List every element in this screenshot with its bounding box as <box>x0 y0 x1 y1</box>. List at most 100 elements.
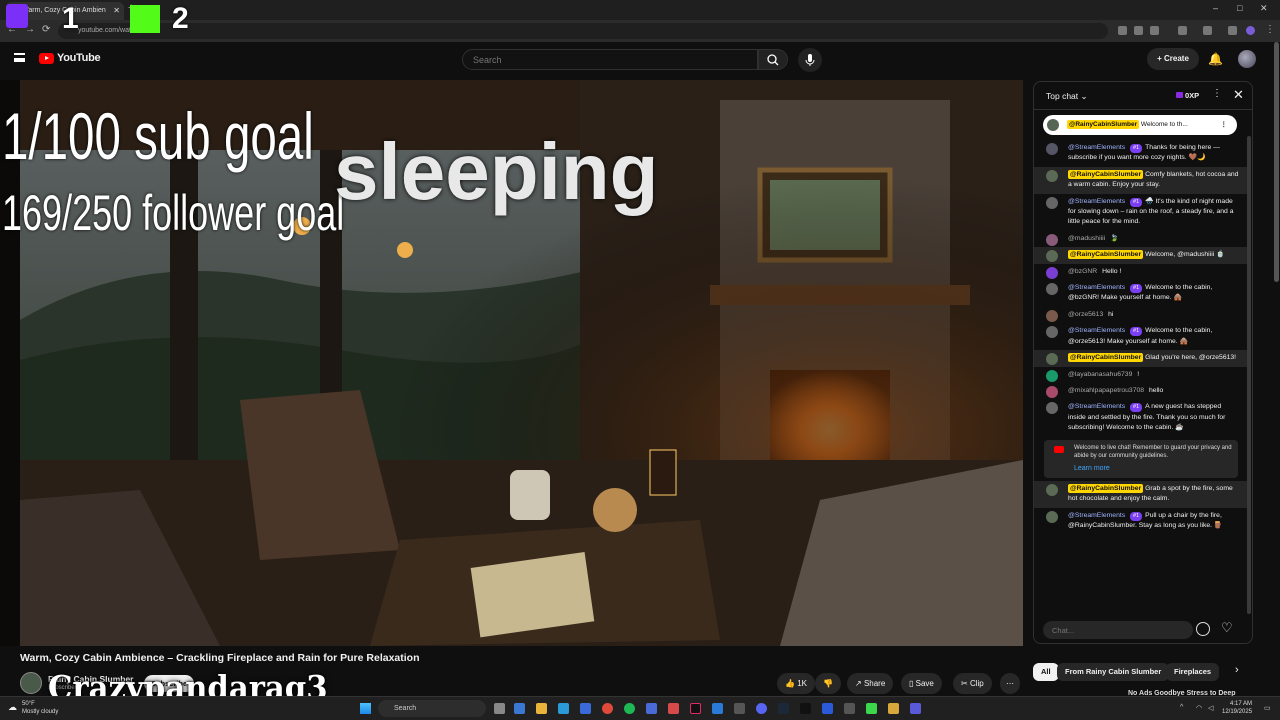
file-explorer-icon[interactable] <box>536 703 547 714</box>
close-app-icon[interactable] <box>734 703 745 714</box>
maximize-button[interactable]: □ <box>1237 3 1242 13</box>
chat-message[interactable]: @StreamElements #1 Welcome to the cabin, … <box>1034 280 1248 307</box>
profile-icon[interactable] <box>1246 26 1255 35</box>
chat-author[interactable]: @orze5613 <box>1068 311 1103 318</box>
minimize-button[interactable]: – <box>1213 3 1218 13</box>
chat-author[interactable]: @StreamElements <box>1068 327 1125 334</box>
chat-author[interactable]: @StreamElements <box>1068 144 1125 151</box>
search-input[interactable] <box>462 49 758 70</box>
browser-menu-icon[interactable]: ⋮ <box>1265 24 1275 35</box>
chevron-right-icon[interactable]: › <box>1235 664 1239 676</box>
chat-author[interactable]: @StreamElements <box>1068 198 1125 205</box>
edge-icon[interactable] <box>558 703 569 714</box>
chat-author[interactable]: @RainyCabinSlumber <box>1068 484 1144 494</box>
video-player[interactable]: 1/100 sub goal 169/250 follower goal sle… <box>0 80 1023 646</box>
tiktok-icon[interactable] <box>690 703 701 714</box>
pinned-message[interactable]: @RainyCabinSlumber Welcome to th... ⋮ <box>1043 115 1237 135</box>
media-icon[interactable] <box>668 703 679 714</box>
tray-chevron-icon[interactable]: ^ <box>1180 704 1183 711</box>
youtube-logo-text[interactable]: YouTube <box>57 52 101 64</box>
more-actions-button[interactable]: ⋯ <box>1000 673 1020 694</box>
chat-message[interactable]: @StreamElements #1 Welcome to the cabin, … <box>1034 323 1248 350</box>
taskbar-clock[interactable]: 4:17 AM 12/19/2025 <box>1222 700 1252 716</box>
vscode-icon[interactable] <box>712 703 723 714</box>
pinned-menu-icon[interactable]: ⋮ <box>1221 115 1228 135</box>
taskbar-search[interactable]: Search <box>378 700 486 717</box>
copilot-icon[interactable] <box>514 703 525 714</box>
clip-button[interactable]: ✂ Clip <box>953 673 992 694</box>
chat-author[interactable]: @bzGNR <box>1068 268 1097 275</box>
chat-menu-icon[interactable]: ⋮ <box>1212 88 1222 99</box>
chat-message[interactable]: @StreamElements #1 🌧️ It's the kind of ni… <box>1034 194 1248 231</box>
windows-start-icon[interactable] <box>360 703 371 714</box>
chat-message[interactable]: @madushiiii 🍃 <box>1034 231 1248 247</box>
xp-badge[interactable]: 0XP <box>1176 91 1199 100</box>
chat-author[interactable]: @RainyCabinSlumber <box>1068 169 1144 179</box>
volume-icon[interactable]: ◁ <box>1208 704 1213 712</box>
chat-message[interactable]: @RainyCabinSlumber Glad you're here, @or… <box>1034 350 1248 367</box>
save-button[interactable]: ▯ Save <box>901 673 942 694</box>
chat-message[interactable]: @RainyCabinSlumber Comfy blankets, hot c… <box>1034 166 1248 194</box>
search-button[interactable] <box>758 49 788 70</box>
emoji-icon[interactable] <box>1196 622 1210 636</box>
channel-avatar[interactable] <box>20 672 42 694</box>
teams-icon[interactable] <box>910 703 921 714</box>
chat-input[interactable] <box>1043 621 1193 639</box>
youtube-logo-icon[interactable] <box>39 53 54 64</box>
extensions-puzzle-icon[interactable] <box>1178 26 1187 35</box>
chip-all[interactable]: All <box>1033 663 1059 681</box>
task-view-icon[interactable] <box>494 703 505 714</box>
menu-icon[interactable] <box>14 53 25 62</box>
close-chat-icon[interactable]: ✕ <box>1233 87 1244 103</box>
reload-icon[interactable]: ⟳ <box>42 24 50 35</box>
app-icon-4[interactable] <box>866 703 877 714</box>
download-icon[interactable] <box>1228 26 1237 35</box>
chat-author[interactable]: @RainyCabinSlumber <box>1068 353 1144 363</box>
chat-scrollbar[interactable] <box>1247 136 1251 614</box>
chip-fireplaces[interactable]: Fireplaces <box>1166 663 1220 681</box>
bookmark-star-icon[interactable] <box>1150 26 1159 35</box>
chat-author[interactable]: @StreamElements <box>1068 403 1125 410</box>
chip-from-channel[interactable]: From Rainy Cabin Slumber <box>1057 663 1170 681</box>
close-tab-icon[interactable]: ✕ <box>113 2 120 20</box>
chat-author[interactable]: @StreamElements <box>1068 284 1125 291</box>
chat-message[interactable]: @bzGNR Hello ! <box>1034 264 1248 280</box>
app-icon[interactable] <box>646 703 657 714</box>
like-button[interactable]: 👍 1K <box>777 673 815 694</box>
share-button[interactable]: ↗ Share <box>847 673 894 694</box>
chat-message[interactable]: @RainyCabinSlumber Welcome, @madushiiii … <box>1034 247 1248 264</box>
page-scrollbar[interactable] <box>1274 42 1279 282</box>
learn-more-link[interactable]: Learn more <box>1074 465 1232 474</box>
app-icon-2[interactable] <box>822 703 833 714</box>
app-icon-3[interactable] <box>844 703 855 714</box>
close-window-button[interactable]: ✕ <box>1260 3 1268 14</box>
chat-author[interactable]: @mixahlpapapetrou3708 <box>1068 387 1144 394</box>
chat-message[interactable]: @orze5613 hi <box>1034 307 1248 323</box>
discord-icon[interactable] <box>756 703 767 714</box>
dislike-button[interactable]: 👎 <box>815 673 841 694</box>
chat-message[interactable]: @StreamElements #1 A new guest has steppe… <box>1034 399 1248 436</box>
url-field[interactable]: youtube.com/watch?v=... <box>58 23 1108 39</box>
split-view-icon[interactable] <box>1203 26 1212 35</box>
chat-author[interactable]: @madushiiii <box>1068 235 1105 242</box>
chat-message[interactable]: @StreamElements #1 Thanks for being here … <box>1034 140 1248 167</box>
chat-message[interactable]: @StreamElements #1 Pull up a chair by the… <box>1034 508 1248 535</box>
chat-mode-dropdown[interactable]: Top chat ⌄ <box>1046 91 1088 102</box>
chat-author[interactable]: @RainyCabinSlumber <box>1068 250 1144 260</box>
chat-message[interactable]: @layabanasahu6739 ! <box>1034 367 1248 383</box>
store-icon[interactable] <box>580 703 591 714</box>
steam-icon[interactable] <box>778 703 789 714</box>
chat-author[interactable]: @StreamElements <box>1068 512 1125 519</box>
account-avatar[interactable] <box>1238 50 1256 68</box>
app-icon-5[interactable] <box>888 703 899 714</box>
heart-icon[interactable]: ♡ <box>1221 620 1233 636</box>
spotify-icon[interactable] <box>624 703 635 714</box>
zoom-icon[interactable] <box>1134 26 1143 35</box>
wifi-icon[interactable]: ◠ <box>1196 704 1202 712</box>
voice-search-button[interactable] <box>798 48 822 72</box>
notifications-bell-icon[interactable]: 🔔 <box>1208 52 1223 66</box>
kick-app-icon[interactable] <box>800 703 811 714</box>
weather-widget[interactable]: 50°F Mostly cloudy <box>22 700 58 716</box>
chat-author[interactable]: @layabanasahu6739 <box>1068 371 1132 378</box>
chrome-icon[interactable] <box>602 703 613 714</box>
